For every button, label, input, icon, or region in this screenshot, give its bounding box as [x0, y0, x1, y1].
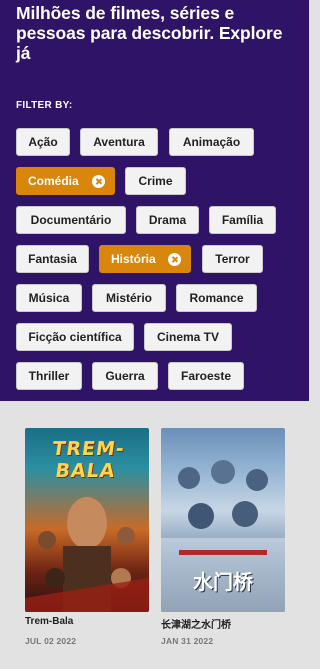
genre-chip-label: Música [28, 291, 70, 305]
movie-card[interactable]: 水门桥 长津湖之水门桥 JAN 31 2022 [161, 428, 285, 646]
genre-chip-familia[interactable]: Família [209, 206, 276, 234]
hero-heading: Milhões de filmes, séries e pessoas para… [16, 3, 283, 63]
genre-chip-label: Cinema TV [156, 330, 219, 344]
genre-chip-thriller[interactable]: Thriller [16, 362, 82, 390]
genre-chip-fantasia[interactable]: Fantasia [16, 245, 89, 273]
filter-label: FILTER BY: [16, 100, 73, 111]
genre-chip-label: Thriller [28, 369, 70, 383]
genre-chip-historia[interactable]: História [99, 245, 191, 273]
genre-chip-label: Animação [182, 135, 241, 149]
genre-chip-label: Romance [189, 291, 244, 305]
genre-chip-acao[interactable]: Ação [16, 128, 70, 156]
genre-chip-label: Ação [28, 135, 58, 149]
genre-chip-faroeste[interactable]: Faroeste [168, 362, 244, 390]
genre-chip-label: Crime [138, 174, 173, 188]
movie-card[interactable]: TREM-BALA Trem-Bala JUL 02 2022 [25, 428, 149, 646]
movie-release-date: JAN 31 2022 [161, 636, 214, 646]
genre-chip-label: Fantasia [28, 252, 77, 266]
movie-title[interactable]: Trem-Bala [25, 616, 73, 627]
genre-chip-label: Drama [148, 213, 187, 227]
genre-chip-terror[interactable]: Terror [202, 245, 263, 273]
genre-chip-label: Faroeste [180, 369, 232, 383]
hero-section: Milhões de filmes, séries e pessoas para… [0, 0, 309, 401]
genre-chip-misterio[interactable]: Mistério [92, 284, 166, 312]
genre-chip-label: Mistério [105, 291, 152, 305]
remove-filter-icon[interactable] [168, 253, 181, 266]
genre-chip-label: Família [221, 213, 264, 227]
movie-poster[interactable]: 水门桥 [161, 428, 285, 612]
poster-title-art: 水门桥 [193, 570, 253, 594]
genre-chip-ficcao-cientifica[interactable]: Ficção científica [16, 323, 134, 351]
poster-artwork [25, 497, 149, 612]
genre-chip-musica[interactable]: Música [16, 284, 82, 312]
movie-poster[interactable]: TREM-BALA [25, 428, 149, 612]
genre-chip-drama[interactable]: Drama [136, 206, 199, 234]
genre-chip-crime[interactable]: Crime [125, 167, 186, 195]
remove-filter-icon[interactable] [92, 175, 105, 188]
genre-chip-comedia[interactable]: Comédia [16, 167, 115, 195]
genre-chip-label: História [111, 252, 156, 266]
genre-chip-guerra[interactable]: Guerra [92, 362, 158, 390]
genre-chip-label: Terror [215, 252, 250, 266]
genre-chip-label: Ficção científica [28, 330, 122, 344]
genre-chip-romance[interactable]: Romance [176, 284, 257, 312]
genre-chip-cinema-tv[interactable]: Cinema TV [144, 323, 232, 351]
genre-chip-animacao[interactable]: Animação [169, 128, 254, 156]
genre-chip-label: Aventura [93, 135, 145, 149]
movie-release-date: JUL 02 2022 [25, 636, 77, 646]
genre-chip-label: Comédia [28, 174, 79, 188]
genre-chip-aventura[interactable]: Aventura [80, 128, 158, 156]
genre-chip-documentario[interactable]: Documentário [16, 206, 126, 234]
movie-title[interactable]: 长津湖之水门桥 [161, 616, 231, 631]
genre-chip-label: Guerra [105, 369, 145, 383]
genre-chip-label: Documentário [30, 213, 112, 227]
